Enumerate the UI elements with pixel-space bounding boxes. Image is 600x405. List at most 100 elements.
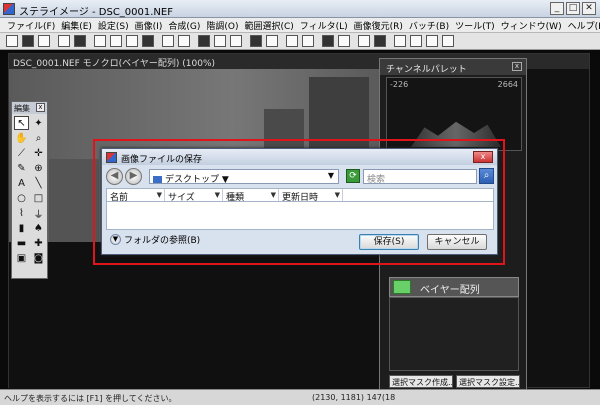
channel-palette-title: チャンネルパレット x: [380, 59, 526, 75]
histogram-icon[interactable]: [142, 35, 154, 47]
curve-icon[interactable]: [126, 35, 138, 47]
expand-icon: ▼: [110, 234, 121, 245]
brush-icon[interactable]: ⌇: [14, 206, 29, 220]
tool-grid: ↖ ✦ ✋ ⌕ ⟋ ✛ ✎ ⊕ A ╲ ○ □ ⌇ ⏚ ▮ ♠ ▬ ✚ ▣ ◙: [12, 114, 47, 267]
gradient-icon[interactable]: ▬: [14, 236, 29, 250]
zoom-icon[interactable]: ⌕: [31, 131, 46, 145]
edit-palette-close-button[interactable]: x: [36, 103, 45, 112]
stack-icon[interactable]: [322, 35, 334, 47]
smudge-icon[interactable]: ▮: [14, 221, 29, 235]
save-icon[interactable]: [38, 35, 50, 47]
crop-icon[interactable]: [94, 35, 106, 47]
dialog-nav-row: ◀ ▶ デスクトップ ▼ ▼ ⟳ 検索 ⌕: [106, 168, 494, 185]
column-modified[interactable]: 更新日時 ▼: [279, 189, 343, 203]
selection-mask-settings-button[interactable]: 選択マスク設定...: [456, 375, 520, 388]
balance-icon[interactable]: [374, 35, 386, 47]
menu-composite[interactable]: 合成(G): [165, 18, 203, 32]
mask-icon[interactable]: [250, 35, 262, 47]
column-type[interactable]: 種類 ▼: [223, 189, 279, 203]
column-size[interactable]: サイズ ▼: [165, 189, 223, 203]
new-icon[interactable]: [6, 35, 18, 47]
color-icon[interactable]: [358, 35, 370, 47]
open-icon[interactable]: [22, 35, 34, 47]
hand-icon[interactable]: ✋: [14, 131, 29, 145]
menu-image[interactable]: 画像(I): [132, 18, 166, 32]
star-icon[interactable]: ✚: [31, 236, 46, 250]
title-bar: ステライメージ - DSC_0001.NEF _ □ ✕: [0, 0, 600, 18]
text-icon[interactable]: A: [14, 176, 29, 190]
dialog-close-button[interactable]: x: [473, 151, 493, 163]
channel-item-bayer[interactable]: ベイヤー配列: [389, 277, 519, 297]
grid-icon[interactable]: [394, 35, 406, 47]
create-selection-mask-button[interactable]: 選択マスク作成...: [389, 375, 453, 388]
menu-file[interactable]: ファイル(F): [4, 18, 58, 32]
select-icon[interactable]: [266, 35, 278, 47]
measure-icon[interactable]: ⊕: [31, 161, 46, 175]
menu-edit[interactable]: 編集(E): [58, 18, 95, 32]
ellipse-icon[interactable]: ○: [14, 191, 29, 205]
pointer-icon[interactable]: ✛: [31, 146, 46, 160]
magic-wand-icon[interactable]: ✦: [31, 116, 46, 130]
display-icon[interactable]: [74, 35, 86, 47]
fill-icon[interactable]: ♠: [31, 221, 46, 235]
menu-tools[interactable]: ツール(T): [452, 18, 498, 32]
window-controls: _ □ ✕: [550, 2, 596, 15]
search-input[interactable]: 検索: [363, 169, 477, 185]
zoom-out-icon[interactable]: [426, 35, 438, 47]
status-bar: ヘルプを表示するには [F1] を押してください。 (2130, 1181) 1…: [0, 389, 600, 405]
menu-tone[interactable]: 階調(O): [203, 18, 241, 32]
sharpen-icon[interactable]: [214, 35, 226, 47]
app-icon: [3, 3, 15, 15]
fit-icon[interactable]: [442, 35, 454, 47]
browse-folders-toggle[interactable]: ▼ フォルダの参照(B): [110, 233, 200, 246]
channel-list[interactable]: [389, 297, 519, 371]
text-box-icon[interactable]: ▣: [14, 251, 29, 265]
dark-icon[interactable]: [286, 35, 298, 47]
eyedropper-icon[interactable]: ⟋: [14, 146, 29, 160]
dialog-title-bar: 画像ファイルの保存 x: [102, 149, 497, 165]
search-icon[interactable]: ⌕: [479, 168, 494, 184]
channel-palette-close-button[interactable]: x: [512, 62, 522, 71]
menu-selection[interactable]: 範囲選択(C): [241, 18, 296, 32]
flip-icon[interactable]: [178, 35, 190, 47]
channel-palette-title-text: チャンネルパレット: [386, 65, 467, 75]
filter-icon[interactable]: [198, 35, 210, 47]
building-shape: [49, 159, 99, 242]
select-arrow-icon[interactable]: ↖: [14, 116, 29, 130]
status-help-text: ヘルプを表示するには [F1] を押してください。: [4, 394, 177, 403]
channel-color-swatch: [393, 280, 411, 294]
menu-restoration[interactable]: 画像復元(R): [351, 18, 406, 32]
location-label: デスクトップ: [165, 175, 220, 185]
menu-filter[interactable]: フィルタ(L): [297, 18, 351, 32]
save-button[interactable]: 保存(S): [359, 234, 419, 250]
menu-help[interactable]: ヘルプ(H): [565, 18, 600, 32]
minimize-button[interactable]: _: [550, 2, 564, 15]
flat-icon[interactable]: [302, 35, 314, 47]
menu-settings[interactable]: 設定(S): [95, 18, 132, 32]
rotate-icon[interactable]: [162, 35, 174, 47]
menu-batch[interactable]: バッチ(B): [406, 18, 452, 32]
line-icon[interactable]: ╲: [31, 176, 46, 190]
text-dark-icon[interactable]: ◙: [31, 251, 46, 265]
forward-button[interactable]: ▶: [125, 168, 142, 185]
refresh-icon[interactable]: ⟳: [346, 169, 360, 183]
image-icon[interactable]: [58, 35, 70, 47]
align-icon[interactable]: [338, 35, 350, 47]
maximize-button[interactable]: □: [566, 2, 580, 15]
column-name[interactable]: 名前 ▼: [107, 189, 165, 203]
channel-item-label: ベイヤー配列: [420, 285, 480, 296]
stamp-icon[interactable]: ⏚: [31, 206, 46, 221]
zoom-in-icon[interactable]: [410, 35, 422, 47]
menu-window[interactable]: ウィンドウ(W): [498, 18, 565, 32]
back-button[interactable]: ◀: [106, 168, 123, 185]
rectangle-icon[interactable]: □: [31, 191, 46, 205]
chevron-down-icon[interactable]: ▼: [328, 171, 334, 180]
close-button[interactable]: ✕: [582, 2, 596, 15]
pencil-icon[interactable]: ✎: [14, 161, 29, 175]
location-dropdown[interactable]: デスクトップ ▼ ▼: [149, 169, 339, 185]
blur-icon[interactable]: [230, 35, 242, 47]
level-icon[interactable]: [110, 35, 122, 47]
edit-palette-title: 編集 x: [12, 102, 47, 114]
cancel-button[interactable]: キャンセル: [427, 234, 487, 250]
file-list[interactable]: [106, 202, 494, 230]
